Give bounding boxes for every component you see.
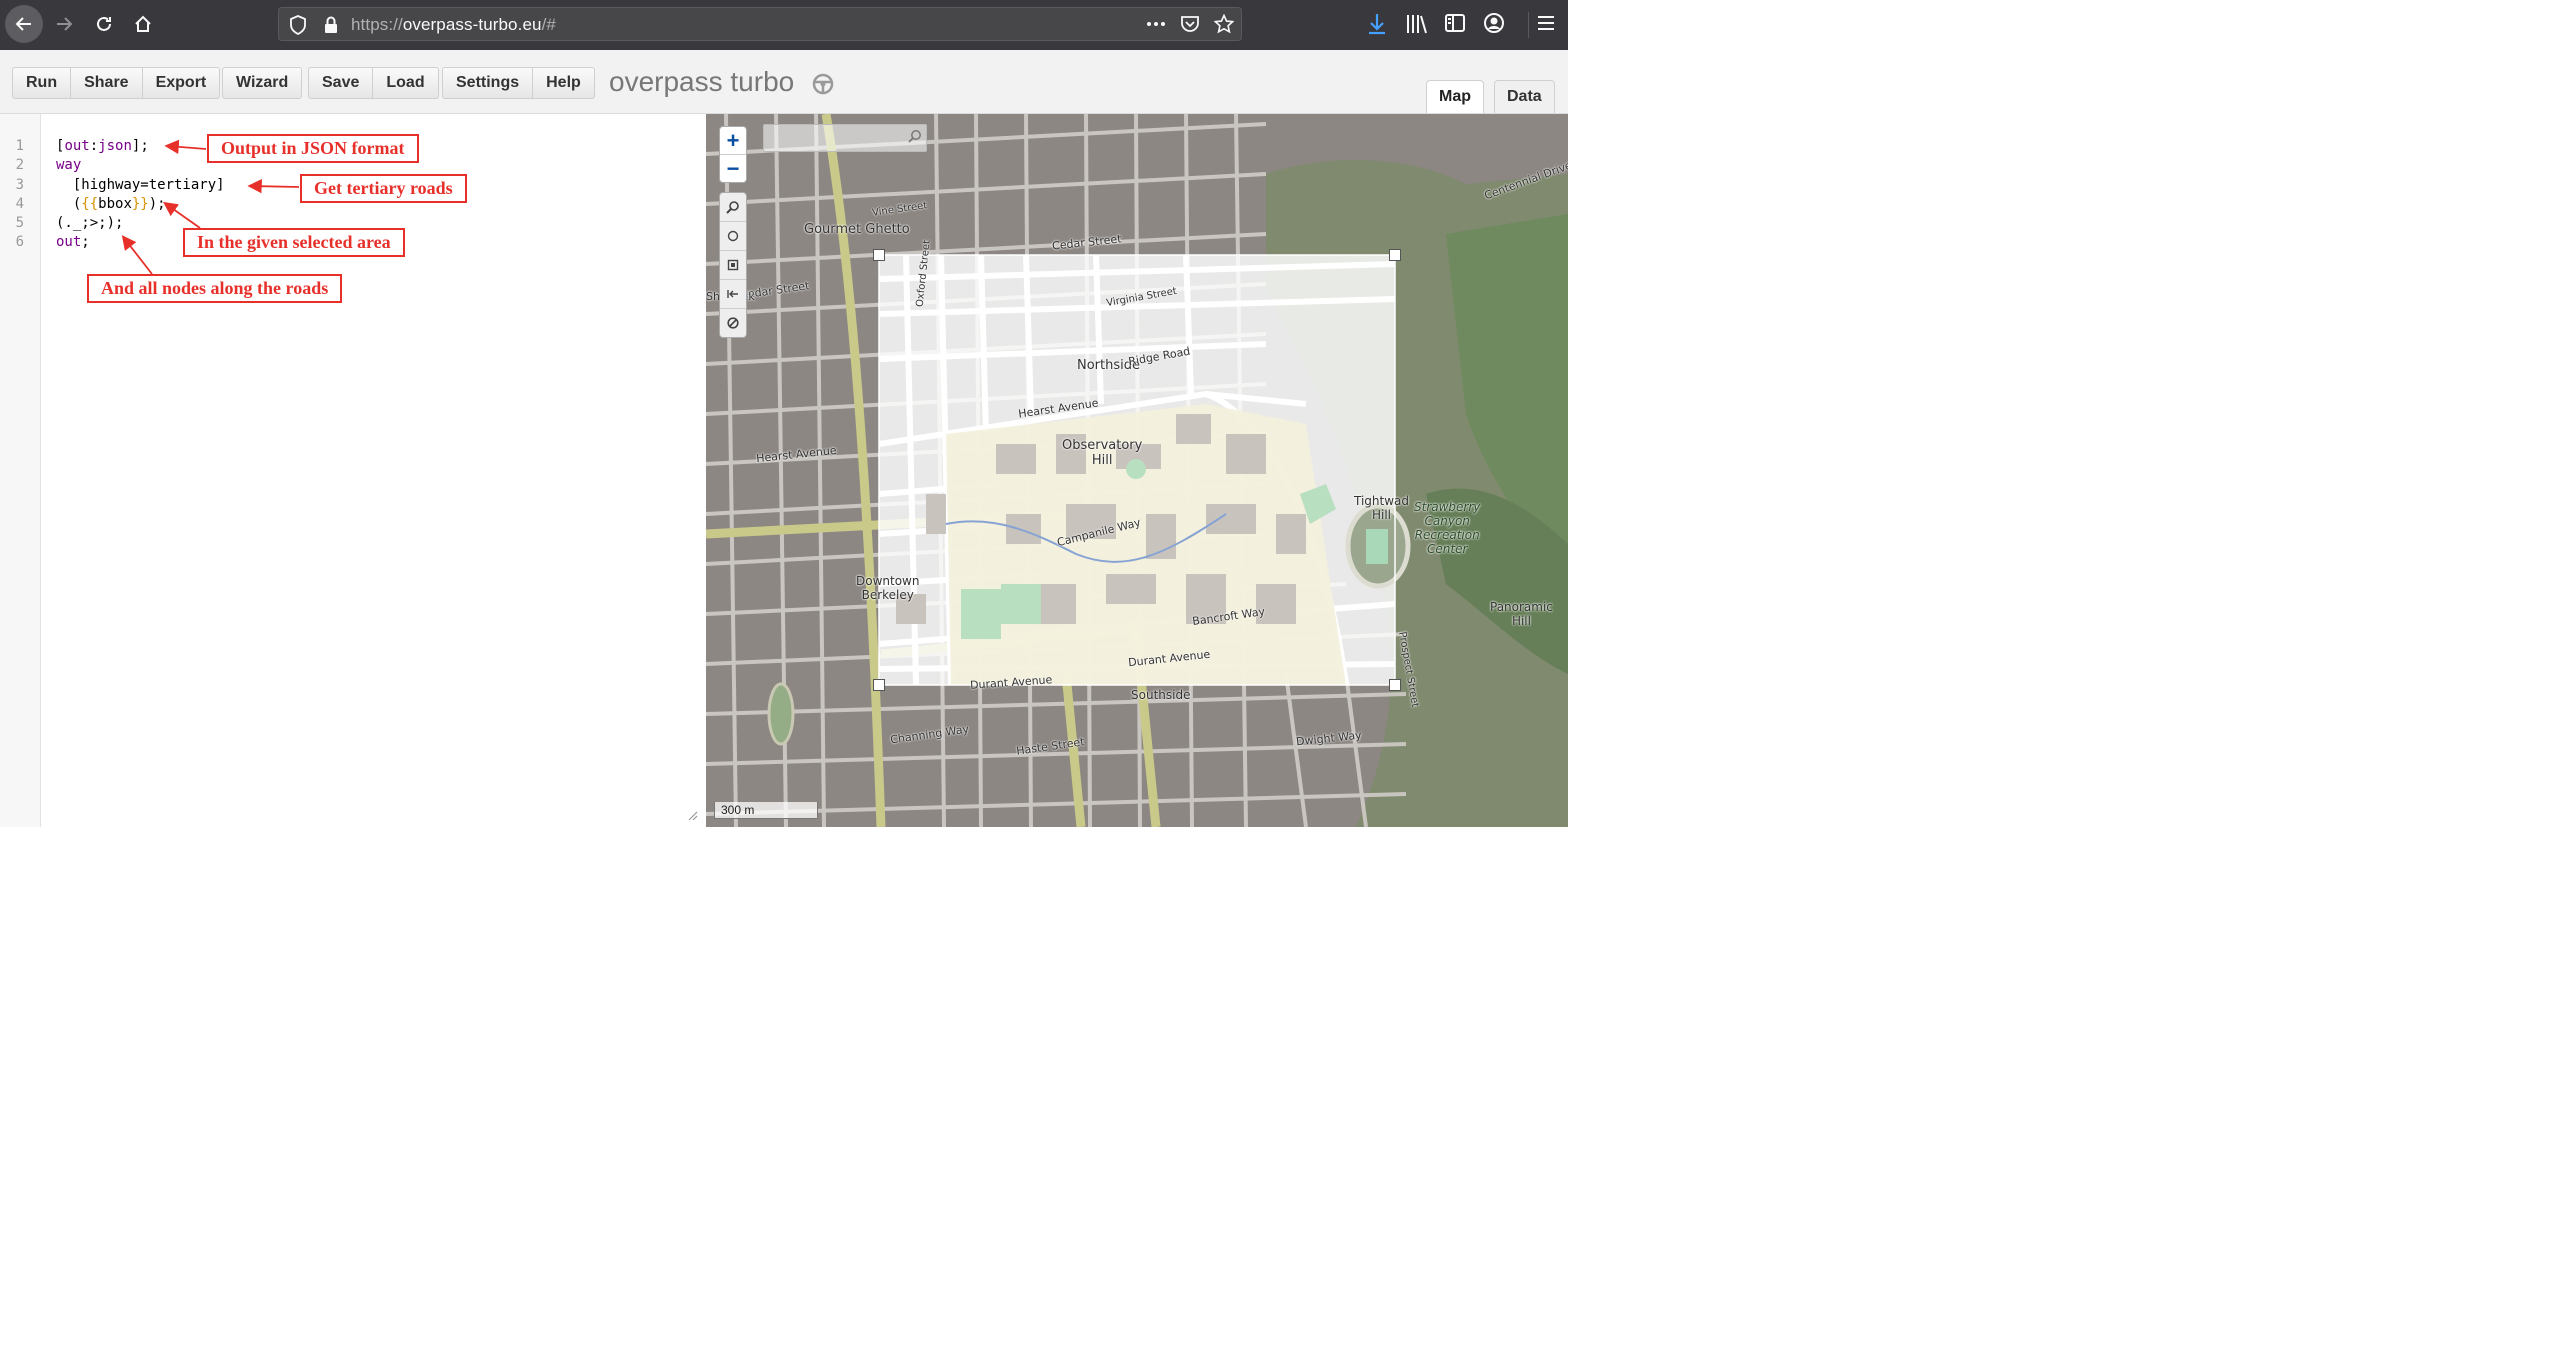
map-label: Southside xyxy=(1131,688,1191,702)
bbox-handle-top-right[interactable] xyxy=(1389,249,1401,261)
search-icon[interactable] xyxy=(908,129,922,143)
arrow-nodes xyxy=(121,235,153,275)
reload-icon xyxy=(97,16,111,31)
square-icon xyxy=(727,259,739,271)
app-title: overpass turbo xyxy=(609,66,795,97)
map-label: Panoramic Hill xyxy=(1490,600,1553,628)
home-icon xyxy=(135,15,151,32)
share-button[interactable]: Share xyxy=(71,68,143,98)
url-bar[interactable]: https://overpass-turbo.eu/# xyxy=(278,7,1242,41)
magnifier-icon xyxy=(726,201,739,214)
arrow-area xyxy=(163,201,201,229)
map-tiles[interactable] xyxy=(706,114,1568,827)
wizard-button[interactable]: Wizard xyxy=(223,68,301,98)
button-group-main: Run Share Export xyxy=(12,67,221,99)
arrow-tertiary xyxy=(247,179,300,194)
arrow-json xyxy=(164,139,207,155)
bbox-handle-bottom-right[interactable] xyxy=(1389,679,1401,691)
tab-map[interactable]: Map xyxy=(1426,80,1484,113)
button-group-wizard: Wizard xyxy=(222,67,303,99)
reload-button[interactable] xyxy=(85,5,123,43)
map-label: Strawberry Canyon Recreation Center xyxy=(1414,500,1481,556)
no-entry-icon xyxy=(727,317,739,329)
query-editor[interactable]: 1 2 3 4 5 6 [out:json]; way [highway=ter… xyxy=(0,114,706,827)
download-icon[interactable] xyxy=(1366,12,1388,41)
app-toolbar: Run Share Export Wizard Save Load Settin… xyxy=(0,50,1568,114)
url-text[interactable]: https://overpass-turbo.eu/# xyxy=(351,15,556,35)
locate-button[interactable] xyxy=(720,221,746,250)
lock-icon[interactable] xyxy=(323,15,339,40)
map-label: Observatory Hill xyxy=(1062,438,1143,468)
arrow-left-icon xyxy=(15,17,31,31)
home-button[interactable] xyxy=(124,5,162,43)
hamburger-menu-icon[interactable] xyxy=(1536,12,1556,39)
page-actions-icon[interactable] xyxy=(1145,14,1167,39)
map-label: Gourmet Ghetto xyxy=(804,222,910,237)
bookmark-star-icon[interactable] xyxy=(1213,13,1235,39)
map-scale: 300 m xyxy=(714,802,818,819)
button-group-settings: Settings Help xyxy=(442,67,595,99)
map-search-field[interactable] xyxy=(763,124,927,152)
browser-toolbar: https://overpass-turbo.eu/# xyxy=(0,0,1568,50)
button-group-file: Save Load xyxy=(308,67,439,99)
tab-data[interactable]: Data xyxy=(1494,80,1555,113)
map-search-input[interactable] xyxy=(764,125,906,149)
annotation-arrows xyxy=(121,139,300,275)
clear-data-button[interactable] xyxy=(720,308,746,337)
forward-button[interactable] xyxy=(45,5,83,43)
export-button[interactable]: Export xyxy=(143,68,220,98)
map-tools xyxy=(719,192,747,338)
zoom-control: + − xyxy=(719,126,747,183)
pocket-icon[interactable] xyxy=(1180,14,1200,39)
circle-icon xyxy=(727,230,739,242)
arrow-right-icon xyxy=(57,17,73,31)
settings-button[interactable]: Settings xyxy=(443,68,534,98)
bbox-handle-bottom-left[interactable] xyxy=(873,679,885,691)
library-icon[interactable] xyxy=(1405,12,1429,41)
load-button[interactable]: Load xyxy=(373,68,437,98)
run-button[interactable]: Run xyxy=(13,68,72,98)
bbox-handle-top-left[interactable] xyxy=(873,249,885,261)
account-icon[interactable] xyxy=(1483,12,1505,39)
map-view[interactable]: Gourmet Ghetto Northside Observatory Hil… xyxy=(706,114,1568,827)
select-bbox-button[interactable] xyxy=(720,250,746,279)
save-button[interactable]: Save xyxy=(309,68,374,98)
help-button[interactable]: Help xyxy=(533,68,594,98)
fullscreen-button[interactable] xyxy=(720,279,746,308)
back-button[interactable] xyxy=(5,5,43,43)
toolbar-divider xyxy=(1528,12,1529,38)
arrow-to-left-icon xyxy=(727,290,738,298)
zoom-out-button[interactable]: − xyxy=(720,154,746,182)
resize-grip-icon[interactable] xyxy=(688,811,698,821)
map-label: Tightwad Hill xyxy=(1354,494,1410,522)
zoom-to-data-button[interactable] xyxy=(720,193,746,221)
map-label: Downtown Berkeley xyxy=(856,574,920,602)
zoom-in-button[interactable]: + xyxy=(720,127,746,154)
shield-icon[interactable] xyxy=(289,15,307,40)
steering-wheel-logo-icon xyxy=(812,73,834,95)
sidebar-icon[interactable] xyxy=(1444,12,1466,39)
